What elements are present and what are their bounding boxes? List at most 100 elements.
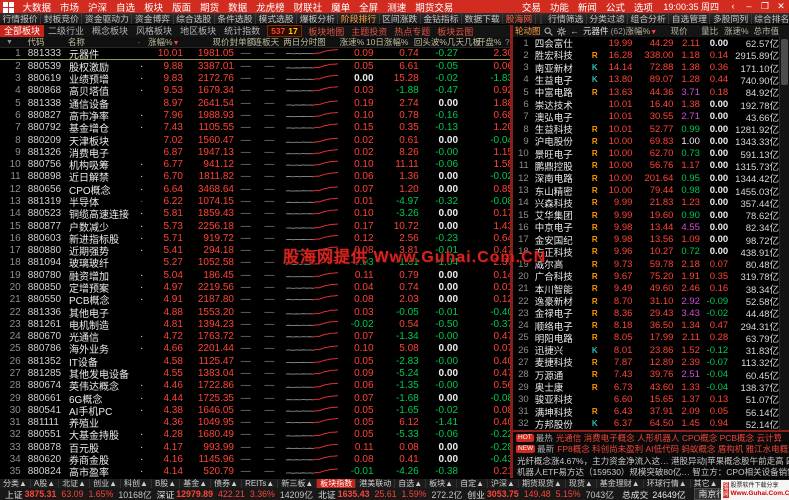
toolbar-item[interactable]: 多股同列 (710, 13, 751, 25)
minimize-button[interactable]: – (741, 1, 757, 12)
market-tab[interactable]: 其它▲ (691, 479, 722, 489)
menubar-item[interactable]: 魔单 (327, 0, 355, 14)
menubar-item[interactable]: 数据 (224, 0, 252, 14)
market-tab[interactable]: 基金▲ (180, 479, 211, 489)
column-header[interactable]: 连板天 (254, 36, 278, 48)
market-tab[interactable]: 新三板▲ (278, 479, 317, 489)
menubar-item[interactable]: 新闻 (573, 0, 601, 14)
brand-badge[interactable]: 股海网 股票软件下载分享 Www.Guhai.Com.CN (721, 480, 789, 500)
market-tab[interactable]: 科创▲ (121, 479, 152, 489)
menubar-item[interactable]: 全屏 (355, 0, 383, 14)
menubar-item[interactable]: 版面 (168, 0, 196, 14)
market-tab[interactable]: 板块指数 (317, 479, 356, 489)
toolbar-item[interactable]: 数据下载 (462, 13, 503, 25)
toolbar-search-box[interactable] (540, 14, 542, 24)
toolbar-item[interactable]: 行情筛选 (546, 13, 587, 25)
rotation-map-link[interactable]: 轮动图 (513, 25, 543, 37)
toolbar-item[interactable]: 资金博弈 (132, 13, 173, 25)
collapse-button[interactable]: ‹ (725, 1, 741, 12)
scrollbar-thumb[interactable] (781, 39, 788, 85)
close-button[interactable]: ✕ (773, 1, 789, 12)
toolbar-item[interactable]: 条件选股 (215, 13, 256, 25)
column-header[interactable]: 现价 (180, 36, 230, 48)
menubar-item[interactable]: 市场 (56, 0, 84, 14)
toolbar-item[interactable]: 金钻指标 (421, 13, 462, 25)
menubar-item[interactable]: 交易 (517, 0, 545, 14)
column-header[interactable]: 涨幅%▼ (143, 36, 180, 48)
toolbar-item[interactable]: 爆板分析 (297, 13, 338, 25)
market-tab[interactable]: 基金理财▲ (597, 479, 644, 489)
menubar-item[interactable]: 期货交易 (411, 0, 458, 14)
toolbar-item[interactable]: 区间涨跌 (380, 13, 421, 25)
column-header[interactable]: 涨速% (718, 25, 748, 37)
market-tab[interactable]: REITs▲ (242, 479, 278, 489)
column-header[interactable]: 量比 (688, 25, 718, 37)
toolbar-item[interactable]: 模式选股 (256, 13, 297, 25)
toolbar-item[interactable]: 综合选股 (174, 13, 215, 25)
menubar-item[interactable]: 自选 (112, 0, 140, 14)
menubar-item[interactable]: 财联社 (289, 0, 327, 14)
column-header[interactable]: 两日分时图 (278, 36, 332, 48)
column-header[interactable]: 封单额 (230, 36, 254, 48)
news-hot-line[interactable]: HOT最热光通信 消费电子概念 人形机器人 CPO概念 PCB概念 云计算 (513, 432, 789, 444)
market-tab[interactable]: 港美联动 (356, 479, 395, 489)
toolbar-item[interactable]: 封板竞价 (41, 13, 82, 25)
hot-items[interactable]: 光通信 消费电子概念 人形机器人 CPO概念 PCB概念 云计算 (556, 432, 782, 444)
column-header[interactable]: 几天几板 (447, 36, 463, 48)
market-tab[interactable]: B股▲ (152, 479, 180, 489)
column-header[interactable]: 涨幅%▼ (626, 25, 658, 37)
limit-days: — (258, 233, 282, 244)
toolbar-item[interactable]: 综合排名 (752, 13, 789, 25)
toolbar-item[interactable]: 行情报价 (0, 13, 41, 25)
column-header[interactable]: 现价 (657, 25, 687, 37)
toolbar-item[interactable]: 组合分析 (628, 13, 669, 25)
toolbar-item[interactable]: 阶段排行 (338, 13, 379, 25)
search-icon[interactable] (543, 27, 556, 36)
menubar-item[interactable]: 沪深 (84, 0, 112, 14)
news-new-line[interactable]: NEW最新FP8概念 科创尚未盈利 AI低代码 蚂蚁概念 盾构机 雅江水电概念 (513, 444, 789, 456)
toolbar-item[interactable]: 股海网 (503, 13, 535, 25)
market-tab[interactable]: 环球行情▲ (644, 479, 691, 489)
market-tab[interactable]: 债券▲ (211, 479, 242, 489)
menubar-item[interactable]: 龙虎榜 (252, 0, 290, 14)
market-tab[interactable]: 分类▲ (0, 479, 31, 489)
menubar-item[interactable]: 测速 (383, 0, 411, 14)
column-header[interactable]: 回头波% (408, 36, 447, 48)
column-header[interactable]: 10日涨幅% (364, 36, 408, 48)
news-headline[interactable]: 机器人ETF易方达（159530）规模突破80亿… 智立方：CPO相关设备销售稳… (513, 467, 789, 479)
column-header[interactable]: 名称 (68, 36, 135, 48)
menubar-item[interactable]: 功能 (545, 0, 573, 14)
market-tab[interactable]: 期货现货▲ (519, 479, 566, 489)
column-header[interactable]: 涨速% (331, 36, 364, 48)
table-row[interactable]: 35880824高市盈率·4.14520.79——-0.01-4.26-0.38… (0, 466, 513, 478)
market-tab[interactable]: 现货▲ (566, 479, 597, 489)
news-headline[interactable]: 光纤概念涨4.67%，主力资金净流入这… 港股异动|苹果概念股午前走高 四季度… (513, 455, 789, 467)
filter-icon[interactable]: ▼ (6, 39, 20, 46)
market-tab[interactable]: 自选▲ (395, 479, 426, 489)
market-tab[interactable]: 沪深▲ (488, 479, 519, 489)
market-tab[interactable]: 北证▲ (59, 479, 90, 489)
menubar-item[interactable]: 选项 (629, 0, 657, 14)
market-tab[interactable]: 板块▲ (426, 479, 457, 489)
menubar-item[interactable]: 板块 (140, 0, 168, 14)
list-item[interactable]: 32方邦股份K6.3764.501.450.9452.14亿 (513, 418, 779, 430)
market-tab[interactable]: A股▲ (31, 479, 59, 489)
market-tab[interactable]: 创业▲ (90, 479, 121, 489)
app-logo-icon[interactable] (3, 2, 14, 13)
column-header[interactable]: 总市值 (749, 25, 789, 37)
menubar-item[interactable]: 大数据 (18, 0, 56, 14)
menubar-item[interactable]: 期货 (196, 0, 224, 14)
scrollbar[interactable] (779, 37, 789, 430)
menubar-item[interactable]: 公式 (601, 0, 629, 14)
column-header[interactable]: · (135, 37, 143, 47)
back-arrow-icon[interactable]: ← (569, 26, 582, 36)
new-items[interactable]: FP8概念 科创尚未盈利 AI低代码 蚂蚁概念 盾构机 雅江水电概念 (557, 444, 789, 456)
column-header[interactable]: 代码 (27, 36, 67, 48)
column-header[interactable]: 开盘% (463, 36, 502, 48)
market-tab[interactable]: 自定▲ (457, 479, 488, 489)
toolbar-item[interactable]: 资金驱动力 (82, 13, 132, 25)
toolbar-item[interactable]: 自选管理 (669, 13, 710, 25)
gear-icon[interactable] (556, 27, 569, 36)
toolbar-item[interactable]: 分类过滤 (587, 13, 628, 25)
maximize-button[interactable]: ❐ (757, 1, 773, 12)
